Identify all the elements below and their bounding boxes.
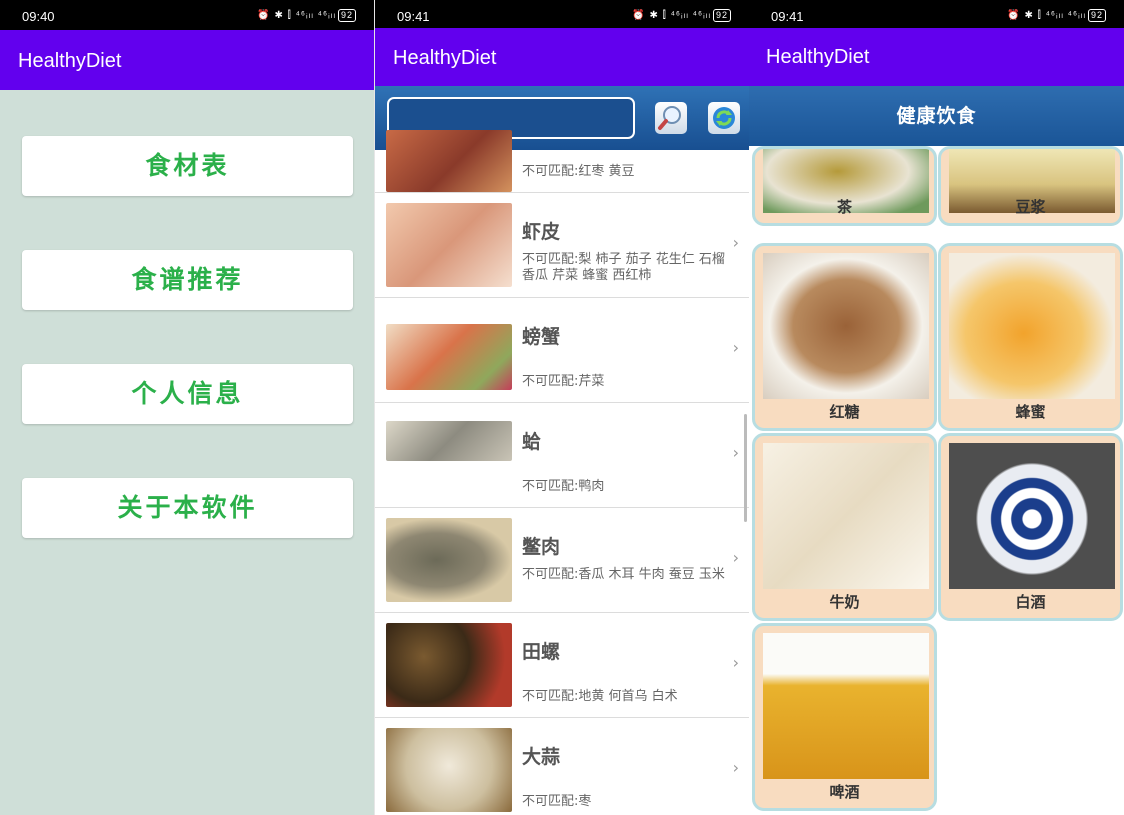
status-icons-text: ⏰ ✱ ⫿ ⁴⁶ᵢₗₗ ⁴⁶ᵢₗₗ: [257, 10, 336, 21]
item-incompatible: 不可匹配:鸭肉: [522, 479, 605, 494]
item-incompatible: 不可匹配:梨 柿子 茄子 花生仁 石榴 香瓜 芹菜 蜂蜜 西红柿: [522, 252, 725, 283]
chevron-right-icon: ›: [732, 233, 739, 252]
ingredients-list-screen: 09:41 ⏰ ✱ ⫿ ⁴⁶ᵢₗₗ ⁴⁶ᵢₗₗ 92 HealthyDiet 不可…: [374, 0, 749, 815]
status-bar: 09:40 ⏰ ✱ ⫿ ⁴⁶ᵢₗₗ ⁴⁶ᵢₗₗ 92: [0, 0, 374, 30]
section-header: 健康饮食: [749, 86, 1124, 146]
status-bar: 09:41 ⏰ ✱ ⫿ ⁴⁶ᵢₗₗ ⁴⁶ᵢₗₗ 92: [375, 0, 749, 30]
drink-tile[interactable]: 豆浆: [938, 146, 1123, 226]
item-thumbnail: [386, 421, 512, 461]
app-title: HealthyDiet: [393, 47, 497, 69]
tile-image: [949, 443, 1115, 589]
item-title: 鳖肉: [522, 536, 561, 558]
item-title: 蛤: [522, 431, 542, 453]
battery-icon: 92: [712, 9, 731, 22]
tile-image: [763, 443, 929, 589]
tile-image: [949, 253, 1115, 399]
recipe-recommend-button[interactable]: 食谱推荐: [22, 250, 353, 310]
personal-info-button[interactable]: 个人信息: [22, 364, 353, 424]
list-item[interactable]: 田螺 不可匹配:地黄 何首乌 白术 ›: [375, 613, 749, 718]
drink-tile[interactable]: 白酒: [938, 433, 1123, 621]
drink-tile[interactable]: 啤酒: [752, 623, 937, 811]
list-item[interactable]: 不可匹配:红枣 黄豆: [375, 130, 749, 193]
status-icons-text: ⏰ ✱ ⫿ ⁴⁶ᵢₗₗ ⁴⁶ᵢₗₗ: [1007, 10, 1086, 21]
drink-tile[interactable]: 牛奶: [752, 433, 937, 621]
tile-label: 豆浆: [1015, 198, 1046, 216]
tile-label: 茶: [836, 198, 852, 216]
status-icons: ⏰ ✱ ⫿ ⁴⁶ᵢₗₗ ⁴⁶ᵢₗₗ 92: [1007, 9, 1106, 22]
item-title: 虾皮: [522, 221, 561, 243]
item-incompatible: 不可匹配:红枣 黄豆: [522, 164, 635, 179]
list-item[interactable]: 蛤 不可匹配:鸭肉 ›: [375, 403, 749, 508]
screens: 09:40 ⏰ ✱ ⫿ ⁴⁶ᵢₗₗ ⁴⁶ᵢₗₗ 92 HealthyDiet 食材…: [0, 0, 1124, 815]
item-incompatible: 不可匹配:芹菜: [522, 374, 605, 389]
list-item[interactable]: 虾皮 不可匹配:梨 柿子 茄子 花生仁 石榴 香瓜 芹菜 蜂蜜 西红柿 ›: [375, 193, 749, 298]
tile-label: 红糖: [829, 403, 860, 421]
drink-tile[interactable]: 红糖: [752, 243, 937, 431]
app-bar: HealthyDiet: [0, 30, 374, 90]
battery-icon: 92: [337, 9, 356, 22]
chevron-right-icon: ›: [732, 338, 739, 357]
about-app-button[interactable]: 关于本软件: [22, 478, 353, 538]
drink-tile[interactable]: 茶: [752, 146, 937, 226]
item-thumbnail: [386, 728, 512, 812]
tile-label: 啤酒: [829, 783, 860, 801]
item-thumbnail: [386, 324, 512, 390]
status-icons-text: ⏰ ✱ ⫿ ⁴⁶ᵢₗₗ ⁴⁶ᵢₗₗ: [632, 10, 711, 21]
magnifier-icon: [658, 106, 681, 130]
status-icons: ⏰ ✱ ⫿ ⁴⁶ᵢₗₗ ⁴⁶ᵢₗₗ 92: [257, 9, 356, 22]
refresh-icon: [713, 107, 735, 129]
app-title: HealthyDiet: [766, 46, 870, 68]
item-thumbnail: [386, 130, 512, 192]
item-title: 螃蟹: [522, 326, 561, 348]
list-item[interactable]: 鳖肉 不可匹配:香瓜 木耳 牛肉 蚕豆 玉米 ›: [375, 508, 749, 613]
item-incompatible: 不可匹配:枣: [522, 794, 592, 809]
healthy-drinks-screen: 09:41 ⏰ ✱ ⫿ ⁴⁶ᵢₗₗ ⁴⁶ᵢₗₗ 92 HealthyDiet 健康…: [749, 0, 1124, 815]
ingredients-table-button[interactable]: 食材表: [22, 136, 353, 196]
battery-icon: 92: [1087, 9, 1106, 22]
item-title: 大蒜: [522, 746, 561, 768]
chevron-right-icon: ›: [732, 443, 739, 462]
status-bar: 09:41 ⏰ ✱ ⫿ ⁴⁶ᵢₗₗ ⁴⁶ᵢₗₗ 92: [749, 0, 1124, 30]
home-screen: 09:40 ⏰ ✱ ⫿ ⁴⁶ᵢₗₗ ⁴⁶ᵢₗₗ 92 HealthyDiet 食材…: [0, 0, 374, 815]
app-title: HealthyDiet: [18, 50, 122, 72]
chevron-right-icon: ›: [732, 548, 739, 567]
tile-label: 蜂蜜: [1015, 403, 1046, 421]
app-bar: HealthyDiet: [375, 28, 749, 86]
search-button[interactable]: [655, 102, 687, 134]
list-item[interactable]: 大蒜 不可匹配:枣 ›: [375, 718, 749, 815]
chevron-right-icon: ›: [732, 758, 739, 777]
item-incompatible: 不可匹配:香瓜 木耳 牛肉 蚕豆 玉米: [522, 567, 725, 582]
tile-image: [763, 633, 929, 779]
refresh-button[interactable]: [708, 102, 740, 134]
tile-image: [763, 253, 929, 399]
app-bar: HealthyDiet: [749, 28, 1124, 86]
scrollbar[interactable]: [744, 414, 747, 522]
status-time: 09:41: [397, 9, 430, 24]
item-thumbnail: [386, 203, 512, 287]
status-icons: ⏰ ✱ ⫿ ⁴⁶ᵢₗₗ ⁴⁶ᵢₗₗ 92: [632, 9, 731, 22]
chevron-right-icon: ›: [732, 653, 739, 672]
list-item[interactable]: 螃蟹 不可匹配:芹菜 ›: [375, 298, 749, 403]
item-incompatible: 不可匹配:地黄 何首乌 白术: [522, 689, 678, 704]
item-title: 田螺: [522, 641, 561, 663]
item-thumbnail: [386, 623, 512, 707]
drink-tile[interactable]: 蜂蜜: [938, 243, 1123, 431]
status-time: 09:41: [771, 9, 804, 24]
item-thumbnail: [386, 518, 512, 602]
status-time: 09:40: [22, 9, 55, 24]
tile-label: 牛奶: [829, 593, 860, 611]
tile-label: 白酒: [1015, 593, 1046, 611]
